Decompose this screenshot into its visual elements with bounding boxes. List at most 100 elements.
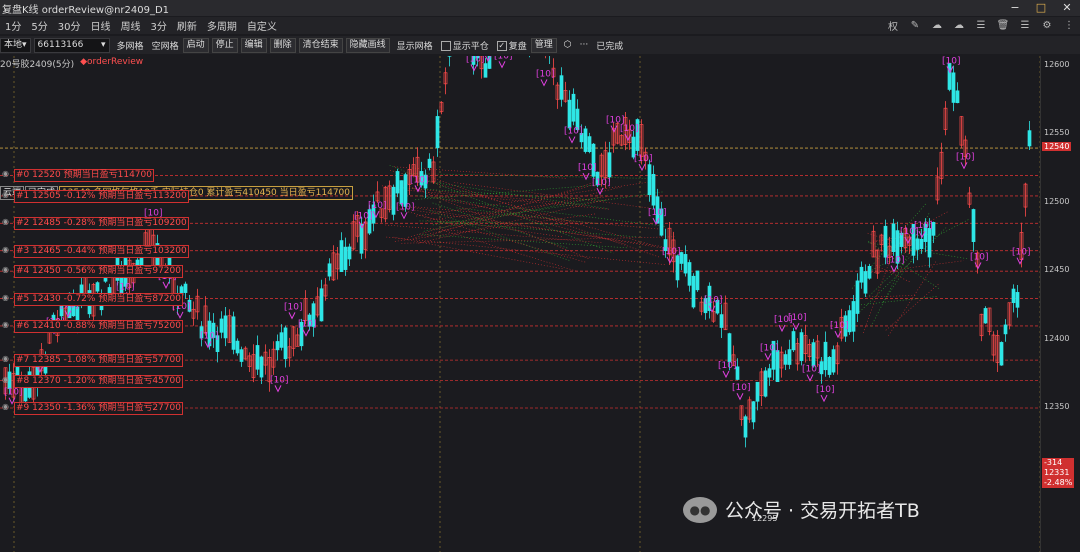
layout-icon[interactable]: ☰ <box>1014 20 1036 31</box>
menu-weekly[interactable]: 周线 <box>115 18 145 33</box>
candle-body <box>347 246 352 260</box>
grid-level-label[interactable]: #5 12430 -0.72% 预期当日盈亏87200 <box>14 292 183 306</box>
delete-icon[interactable]: 🗑 <box>992 20 1014 31</box>
order-tag: [10] <box>368 201 386 211</box>
visibility-eye-icon[interactable]: ◉ <box>2 217 9 226</box>
visibility-eye-icon[interactable]: ◉ <box>2 320 9 329</box>
visibility-eye-icon[interactable]: ◉ <box>2 265 9 274</box>
grid-level-label[interactable]: #0 12520 预期当日盈亏114700 <box>14 169 154 183</box>
candle-body <box>239 349 244 362</box>
price-tick: 12450 <box>1044 265 1070 275</box>
order-link-line <box>422 174 660 258</box>
order-tag: [10] <box>634 154 652 164</box>
short-grid-button[interactable]: 空网格 <box>148 39 183 52</box>
grid-level-label[interactable]: #4 12450 -0.56% 预期当日盈亏97200 <box>14 265 183 279</box>
candle-body <box>275 341 280 351</box>
menu-daily[interactable]: 日线 <box>85 18 115 33</box>
order-tag: [10] <box>788 313 806 323</box>
order-tag: [10] <box>648 208 666 218</box>
candle-body <box>823 341 828 371</box>
order-link-line <box>433 197 580 225</box>
start-button[interactable]: 启动 <box>182 37 209 53</box>
period-menu: 1分 5分 30分 日线 周线 3分 刷新 多周期 自定义 权 ✎ ☁ ☁ ☰ … <box>0 17 1080 34</box>
hide-lines-button[interactable]: 隐藏画线 <box>345 37 390 53</box>
more-icon[interactable]: ⋮ <box>1058 20 1080 31</box>
edit-icon[interactable]: ✎ <box>904 20 926 31</box>
grid-level-label[interactable]: #6 12410 -0.88% 预期当日盈亏75200 <box>14 319 183 333</box>
cloud-download-icon[interactable]: ☁ <box>948 20 970 31</box>
cloud-upload-icon[interactable]: ☁ <box>926 20 948 31</box>
menu-multi-period[interactable]: 多周期 <box>202 18 242 33</box>
candle-body <box>787 349 792 365</box>
grid-level-label[interactable]: #9 12350 -1.36% 预期当日盈亏27700 <box>14 402 183 415</box>
visibility-eye-icon[interactable]: ◉ <box>2 245 9 254</box>
menu-custom[interactable]: 自定义 <box>242 18 282 33</box>
order-tag: [10] <box>914 221 932 231</box>
close-button[interactable]: ✕ <box>1054 0 1080 16</box>
candle-body <box>719 314 724 328</box>
order-tag: [10] <box>270 375 288 385</box>
order-tag: [10] <box>200 331 218 341</box>
candle-body <box>743 416 748 438</box>
candle-body <box>691 275 696 308</box>
delete-button[interactable]: 删除 <box>269 37 296 53</box>
visibility-eye-icon[interactable]: ◉ <box>2 375 9 384</box>
settings-icon[interactable]: ⚙ <box>1036 20 1058 31</box>
candle-body <box>343 246 348 270</box>
more-options-button[interactable]: ··· <box>576 40 593 50</box>
visibility-eye-icon[interactable]: ◉ <box>2 293 9 302</box>
minimize-button[interactable]: − <box>1002 0 1028 16</box>
chart-info: 20号胶2409(5分) ◆orderReview <box>0 57 143 70</box>
price-tick: 12600 <box>1044 60 1070 69</box>
candle-body <box>1027 130 1032 147</box>
show-grid-button[interactable]: 显示网格 <box>393 39 437 52</box>
candle-body <box>95 282 100 292</box>
order-link-line <box>397 187 608 201</box>
window-title: 复盘K线 orderReview@nr2409_D1 <box>2 4 170 16</box>
menu-30min[interactable]: 30分 <box>53 18 86 33</box>
price-tick: 12500 <box>1044 196 1070 206</box>
order-arrow-icon <box>162 281 170 290</box>
manage-button[interactable]: 管理 <box>530 37 557 53</box>
location-select[interactable]: 本地 ▾ <box>0 37 31 53</box>
long-grid-button[interactable]: 多网格 <box>113 39 148 52</box>
list-icon[interactable]: ☰ <box>970 20 992 31</box>
hexagon-icon[interactable]: ⬡ <box>560 40 576 50</box>
candle-body <box>1011 288 1016 304</box>
order-arrow-icon <box>722 370 730 379</box>
order-tag: [10] <box>564 127 582 137</box>
review-toggle[interactable]: ✓ 复盘 <box>493 39 531 52</box>
candle-body <box>567 99 572 129</box>
rights-icon[interactable]: 权 <box>882 18 904 33</box>
visibility-eye-icon[interactable]: ◉ <box>2 190 9 199</box>
visibility-eye-icon[interactable]: ◉ <box>2 402 9 411</box>
grid-level-label[interactable]: #3 12465 -0.44% 预期当日盈亏103200 <box>14 244 189 258</box>
candle-body <box>675 255 680 281</box>
order-tag: [10] <box>116 282 134 292</box>
grid-level-label[interactable]: #1 12505 -0.12% 预期当日盈亏113200 <box>14 189 189 203</box>
close-out-button[interactable]: 清仓结束 <box>298 37 343 53</box>
edit-button[interactable]: 编辑 <box>240 37 267 53</box>
maximize-button[interactable]: □ <box>1028 0 1054 16</box>
candle-body <box>339 240 344 272</box>
menu-5min[interactable]: 5分 <box>26 18 52 33</box>
grid-level-label[interactable]: #2 12485 -0.28% 预期当日盈亏109200 <box>14 217 189 231</box>
account-select[interactable]: 66113166 ▾ <box>33 37 110 53</box>
grid-level-label[interactable]: #8 12370 -1.20% 预期当日盈亏45700 <box>14 374 183 388</box>
show-flat-toggle[interactable]: 显示平仓 <box>437 39 493 52</box>
order-arrow-icon <box>176 311 184 319</box>
candle-body <box>279 332 284 348</box>
grid-level-label[interactable]: #7 12385 -1.08% 预期当日盈亏57700 <box>14 354 183 368</box>
checkbox-unchecked-icon <box>440 41 451 51</box>
stop-button[interactable]: 停止 <box>211 37 238 53</box>
title-bar: 复盘K线 orderReview@nr2409_D1 − □ ✕ <box>0 0 1080 16</box>
candle-body <box>283 327 288 360</box>
visibility-eye-icon[interactable]: ◉ <box>2 169 9 178</box>
candle-body <box>971 209 976 242</box>
candle-body <box>395 171 400 194</box>
menu-refresh[interactable]: 刷新 <box>172 18 202 33</box>
visibility-eye-icon[interactable]: ◉ <box>2 354 9 363</box>
menu-1min[interactable]: 1分 <box>0 18 26 33</box>
menu-3min[interactable]: 3分 <box>145 18 171 33</box>
order-link-line <box>432 191 665 226</box>
